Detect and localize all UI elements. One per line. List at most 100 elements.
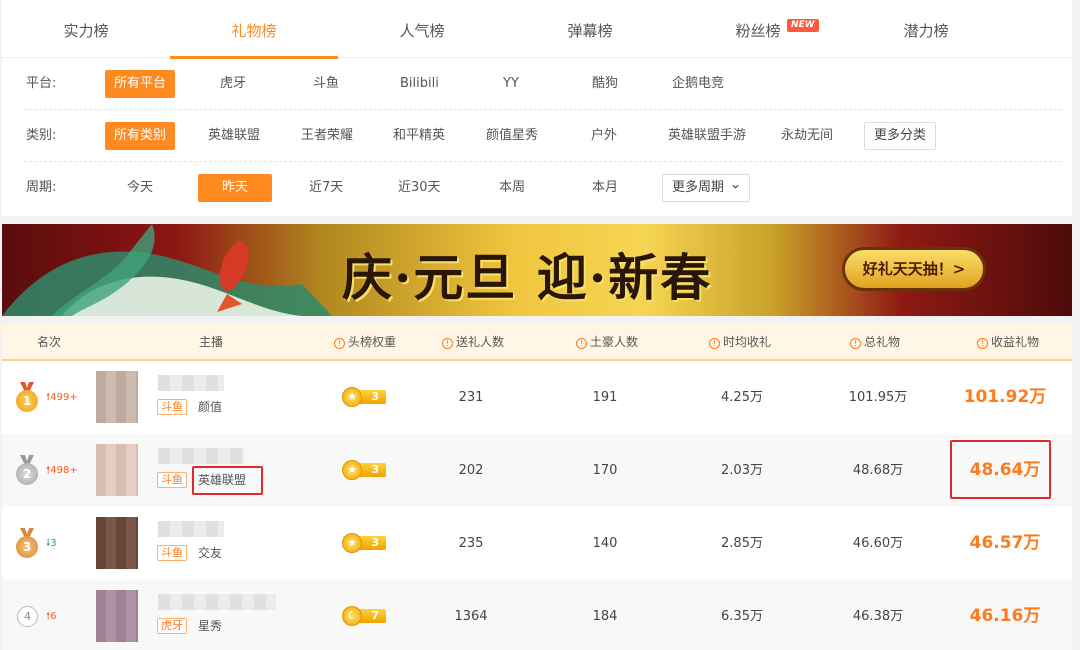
period-option-7days[interactable]: 近7天 <box>309 174 343 202</box>
rank-change-down: 🠗3 <box>46 538 57 549</box>
filter-panel: 实力榜 礼物榜 人气榜 弹幕榜 粉丝榜 NEW 潜力榜 平台: 所有平台 虎牙 … <box>2 0 1072 216</box>
period-option-yesterday[interactable]: 昨天 <box>198 174 272 202</box>
period-option-30days[interactable]: 近30天 <box>398 174 441 202</box>
highlight-box-category <box>192 466 263 495</box>
header-givers: ! 送礼人数 <box>442 324 504 361</box>
category-option-lol-mobile[interactable]: 英雄联盟手游 <box>668 122 746 150</box>
streamer-name-blurred[interactable] <box>158 594 276 610</box>
banner-lottery-button[interactable]: 好礼天天抽！> <box>842 247 986 291</box>
period-option-this-month[interactable]: 本月 <box>592 174 618 202</box>
bronze-medal-icon: 3 <box>16 528 38 558</box>
streamer-name-blurred[interactable] <box>158 448 244 464</box>
category-tag: 颜值 <box>198 400 223 414</box>
star-icon: ★ <box>342 460 362 480</box>
table-row[interactable]: 2 🠕498+ 斗鱼 英雄联盟 3 ★ 202 170 2.03万 48.68万… <box>2 434 1072 507</box>
tab-danmaku[interactable]: 弹幕榜 <box>506 0 674 58</box>
platform-option-kugou[interactable]: 酷狗 <box>592 70 618 98</box>
category-filter-label: 类别: <box>26 128 57 143</box>
header-tycoons: ! 土豪人数 <box>576 324 638 361</box>
header-weight: ! 头榜权重 <box>334 324 396 361</box>
category-option-honor-of-kings[interactable]: 王者荣耀 <box>301 122 353 150</box>
platform-tag: 斗鱼 <box>157 399 187 415</box>
platform-filter-label: 平台: <box>26 76 57 91</box>
more-categories-button[interactable]: 更多分类 <box>864 122 937 150</box>
category-tag: 星秀 <box>198 619 223 633</box>
period-filter-label: 周期: <box>26 180 57 195</box>
weight-badge: 7 ☾ <box>342 606 386 626</box>
category-option-peacekeeper[interactable]: 和平精英 <box>393 122 445 150</box>
weight-badge: 3 ★ <box>342 460 386 480</box>
tab-gift[interactable]: 礼物榜 <box>170 0 338 59</box>
info-circle-icon[interactable]: ! <box>442 338 453 349</box>
givers-count: 231 <box>458 390 484 405</box>
tycoons-count: 170 <box>592 463 618 478</box>
header-rank: 名次 <box>37 335 62 349</box>
category-tag: 交友 <box>198 546 223 560</box>
info-circle-icon[interactable]: ! <box>977 338 988 349</box>
table-row[interactable]: 4 🠕6 虎牙 星秀 7 ☾ 1364 184 6.35万 46.38万 46.… <box>2 580 1072 650</box>
silver-medal-icon: 2 <box>16 455 38 485</box>
givers-count: 1364 <box>454 609 488 624</box>
hourly-gifts: 2.85万 <box>721 536 763 551</box>
info-circle-icon[interactable]: ! <box>709 338 720 349</box>
category-option-lol[interactable]: 英雄联盟 <box>208 122 260 150</box>
platform-option-douyu[interactable]: 斗鱼 <box>313 70 339 98</box>
revenue-gifts: 46.57万 <box>969 533 1041 553</box>
moon-icon: ☾ <box>342 606 362 626</box>
more-periods-dropdown[interactable]: 更多周期 <box>662 174 751 202</box>
category-option-naraka[interactable]: 永劫无间 <box>781 122 833 150</box>
givers-count: 202 <box>458 463 484 478</box>
star-icon: ★ <box>342 387 362 407</box>
header-hourly: ! 时均收礼 <box>709 324 771 361</box>
period-option-this-week[interactable]: 本周 <box>499 174 525 202</box>
revenue-gifts: 46.16万 <box>969 606 1041 626</box>
platform-tag: 斗鱼 <box>157 545 187 561</box>
info-circle-icon[interactable]: ! <box>850 338 861 349</box>
chevron-down-icon <box>732 184 739 189</box>
hourly-gifts: 2.03万 <box>721 463 763 478</box>
platform-option-bilibili[interactable]: Bilibili <box>400 70 439 98</box>
total-gifts: 101.95万 <box>848 390 908 405</box>
table-row[interactable]: 1 🠕499+ 斗鱼 颜值 3 ★ 231 191 4.25万 101.95万 … <box>2 361 1072 434</box>
period-option-today[interactable]: 今天 <box>127 174 153 202</box>
more-periods-label: 更多周期 <box>672 180 725 195</box>
total-gifts: 46.60万 <box>852 536 904 551</box>
new-badge: NEW <box>787 19 819 32</box>
ranking-tabs: 实力榜 礼物榜 人气榜 弹幕榜 粉丝榜 NEW 潜力榜 <box>2 0 1072 59</box>
star-icon: ★ <box>342 533 362 553</box>
table-row[interactable]: 3 🠗3 斗鱼 交友 3 ★ 235 140 2.85万 46.60万 46.5… <box>2 507 1072 580</box>
total-gifts: 46.38万 <box>852 609 904 624</box>
avatar[interactable] <box>96 444 138 496</box>
tycoons-count: 191 <box>592 390 618 405</box>
platform-tag: 虎牙 <box>157 618 187 634</box>
streamer-name-blurred[interactable] <box>158 375 224 391</box>
hourly-gifts: 6.35万 <box>721 609 763 624</box>
banner-slogan: 庆·元旦 迎·新春 <box>342 248 713 307</box>
category-option-outdoor[interactable]: 户外 <box>591 122 617 150</box>
info-circle-icon[interactable]: ! <box>576 338 587 349</box>
promo-banner[interactable]: 庆·元旦 迎·新春 好礼天天抽！> <box>2 224 1072 316</box>
category-option-all[interactable]: 所有类别 <box>105 122 176 150</box>
header-total: ! 总礼物 <box>850 324 900 361</box>
tab-popularity[interactable]: 人气榜 <box>338 0 506 58</box>
rank-change-up: 🠕499+ <box>46 392 78 403</box>
category-option-showroom[interactable]: 颜值星秀 <box>486 122 538 150</box>
avatar[interactable] <box>96 590 138 642</box>
rank-change-up: 🠕6 <box>46 611 57 622</box>
platform-option-all[interactable]: 所有平台 <box>105 70 176 98</box>
category-filter-row: 类别: 所有类别 英雄联盟 王者荣耀 和平精英 颜值星秀 户外 英雄联盟手游 永… <box>2 110 1072 162</box>
ranking-table: 名次 主播 ! 头榜权重 ! 送礼人数 ! 土豪人数 ! 时均收礼 ! 总礼物 ! 收益礼物… <box>2 324 1072 650</box>
platform-option-yy[interactable]: YY <box>503 70 519 98</box>
rank-change-up: 🠕498+ <box>46 465 78 476</box>
info-circle-icon[interactable]: ! <box>334 338 345 349</box>
platform-filter-row: 平台: 所有平台 虎牙 斗鱼 Bilibili YY 酷狗 企鹅电竞 <box>2 58 1072 110</box>
avatar[interactable] <box>96 371 138 423</box>
streamer-name-blurred[interactable] <box>158 521 224 537</box>
highlight-box-revenue <box>950 440 1051 499</box>
tab-strength[interactable]: 实力榜 <box>2 0 170 58</box>
platform-option-huya[interactable]: 虎牙 <box>220 70 246 98</box>
avatar[interactable] <box>96 517 138 569</box>
tab-potential[interactable]: 潜力榜 <box>842 0 1010 58</box>
platform-option-egame[interactable]: 企鹅电竞 <box>672 70 724 98</box>
period-filter-row: 周期: 今天 昨天 近7天 近30天 本周 本月 更多周期 <box>2 162 1072 214</box>
